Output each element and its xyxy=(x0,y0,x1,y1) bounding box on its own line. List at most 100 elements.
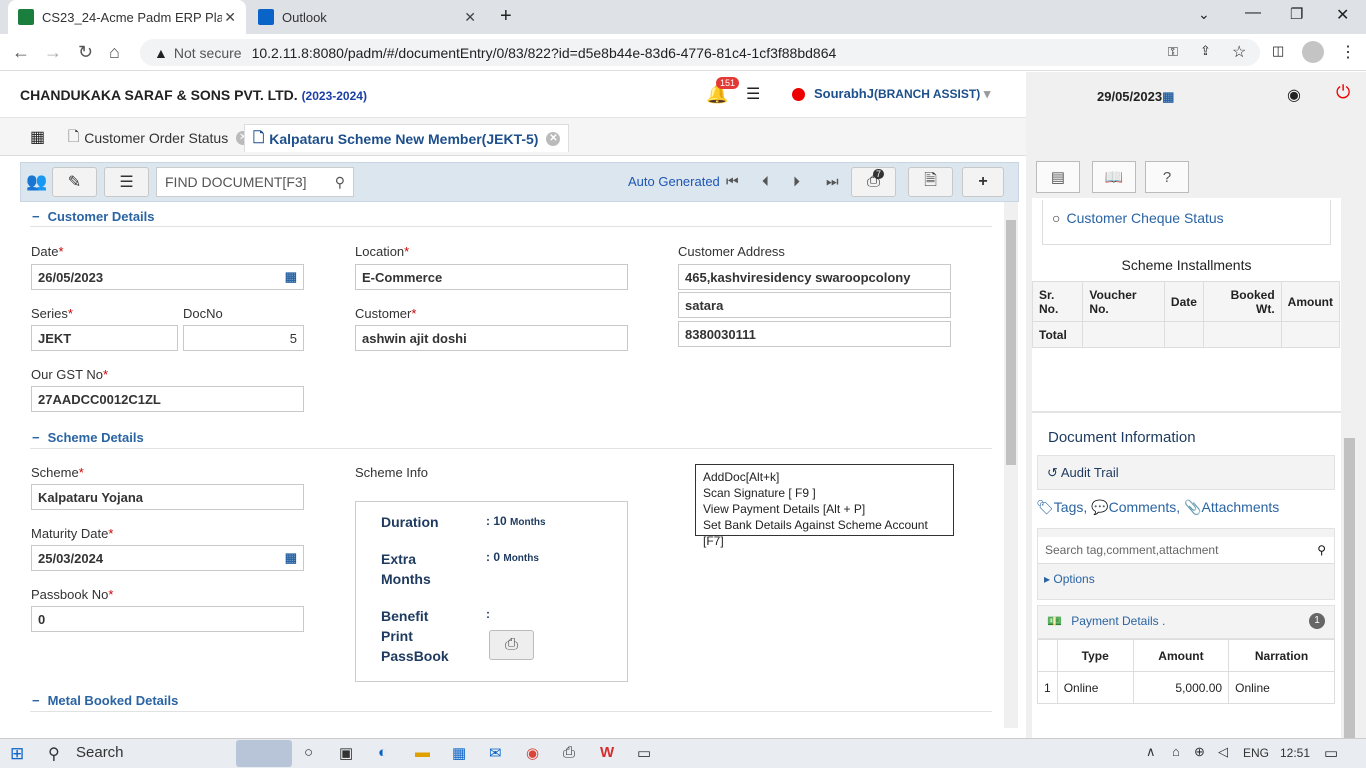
notifications-icon[interactable]: ▭ xyxy=(1324,744,1338,762)
panel-help-button[interactable]: ? xyxy=(1145,161,1189,193)
close-icon[interactable]: ✕ xyxy=(546,131,561,146)
user-menu[interactable]: SourabhJ(BRANCH ASSIST) ▾ xyxy=(814,86,990,102)
tags-link[interactable]: Tags, xyxy=(1054,499,1087,515)
duration-value: : 10 Months xyxy=(486,514,546,528)
window-app-icon[interactable]: ▭ xyxy=(637,744,651,762)
maturity-date-field[interactable]: 25/03/2024 ▦ xyxy=(31,545,304,571)
scheme-details-section[interactable]: Scheme Details xyxy=(32,430,144,445)
tab-customer-order-status[interactable]: 🗋Customer Order Status✕ xyxy=(60,124,258,152)
add-button[interactable]: + xyxy=(962,167,1004,197)
browser-tab-erp[interactable]: CS23_24-Acme Padm ERP Platfor ✕ xyxy=(8,0,246,34)
wps-icon[interactable]: W xyxy=(600,744,614,761)
forward-icon[interactable]: → xyxy=(44,42,62,63)
find-document-input[interactable]: FIND DOCUMENT[F3] ⚲ xyxy=(156,167,354,197)
report-button[interactable]: 🗎 xyxy=(908,167,953,197)
edit-button[interactable]: ✎ xyxy=(52,167,97,197)
customer-field[interactable]: ashwin ajit doshi xyxy=(355,325,628,351)
file-explorer-icon[interactable]: ▬ xyxy=(415,744,430,761)
installments-title: Scheme Installments xyxy=(1121,257,1252,273)
edge-icon[interactable]: ◐ xyxy=(378,744,387,761)
gst-field[interactable]: 27AADCC0012C1ZL xyxy=(31,386,304,412)
network-icon[interactable]: ⌂ xyxy=(1172,744,1180,759)
address-bar[interactable]: ▲ Not secure 10.2.11.8:8080/padm/#/docum… xyxy=(140,39,1260,66)
list-icon[interactable]: ☰ xyxy=(746,84,760,104)
language-indicator[interactable]: ENG xyxy=(1243,746,1269,760)
next-record-icon[interactable]: ⏵ xyxy=(793,173,800,190)
customer-cheque-status-link[interactable]: ○ Customer Cheque Status xyxy=(1052,210,1224,226)
star-icon[interactable]: ☆ xyxy=(1232,42,1246,62)
new-tab-icon[interactable]: + xyxy=(500,5,512,28)
outlook-icon xyxy=(258,9,274,25)
metal-booked-section[interactable]: Metal Booked Details xyxy=(32,693,179,708)
series-field[interactable]: JEKT xyxy=(31,325,178,351)
share-icon[interactable]: ⇪ xyxy=(1200,43,1211,59)
audit-trail-link[interactable]: ↺ Audit Trail xyxy=(1047,465,1119,481)
windows-start-icon[interactable]: ⊞ xyxy=(10,744,24,764)
back-icon[interactable]: ← xyxy=(12,42,30,63)
menu-icon[interactable]: ⋮ xyxy=(1340,42,1356,62)
close-icon[interactable]: ✕ xyxy=(464,9,476,26)
chrome-icon[interactable]: ◉ xyxy=(526,744,539,762)
customer-details-section[interactable]: Customer Details xyxy=(32,209,155,224)
reload-icon[interactable]: ↻ xyxy=(78,42,93,63)
prev-record-icon[interactable]: ⏴ xyxy=(762,173,769,190)
form-scrollbar[interactable] xyxy=(1004,202,1018,728)
users-icon[interactable]: 👥 xyxy=(26,172,47,192)
warning-icon: ▲ xyxy=(154,44,168,61)
clock[interactable]: 12:51 xyxy=(1280,746,1310,760)
session-date[interactable]: 29/05/2023▦ xyxy=(1097,89,1174,105)
options-toggle[interactable]: ▸ Options xyxy=(1044,572,1095,586)
panel-book-button[interactable]: 📖 xyxy=(1092,161,1136,193)
tab-kalpataru-scheme[interactable]: 🗋 Kalpataru Scheme New Member(JEKT-5) ✕ xyxy=(244,124,570,152)
globe-icon[interactable]: ⊕ xyxy=(1194,744,1205,760)
tag-search-input[interactable]: Search tag,comment,attachment ⚲ xyxy=(1038,537,1334,564)
taskbar xyxy=(0,738,1366,768)
panel-list-button[interactable]: ▤ xyxy=(1036,161,1080,193)
home-icon[interactable]: ⌂ xyxy=(109,42,120,63)
apps-grid-icon[interactable]: ▦ xyxy=(30,127,45,147)
list-view-button[interactable]: ☰ xyxy=(104,167,149,197)
attachments-link[interactable]: Attachments xyxy=(1201,499,1279,515)
passbook-field[interactable]: 0 xyxy=(31,606,304,632)
minimize-icon[interactable]: — xyxy=(1245,4,1261,22)
erp-favicon xyxy=(18,9,34,25)
tooltip-line: AddDoc[Alt+k] xyxy=(703,470,780,484)
location-field[interactable]: E-Commerce xyxy=(355,264,628,290)
right-scrollbar[interactable] xyxy=(1342,198,1357,738)
payment-details-title: 💵 Payment Details . xyxy=(1047,614,1166,628)
mail-icon[interactable]: ✉ xyxy=(489,744,502,762)
table-row[interactable]: 1 Online 5,000.00 Online xyxy=(1037,671,1335,704)
col-header: Sr. No. xyxy=(1031,281,1084,322)
cortana-icon[interactable]: ○ xyxy=(304,744,313,761)
extra-months-value: : 0 Months xyxy=(486,550,539,564)
power-icon[interactable]: ⏻ xyxy=(1336,82,1350,103)
tooltip-line: Set Bank Details Against Scheme Account … xyxy=(703,518,928,548)
first-record-icon[interactable]: ⏮ xyxy=(726,173,739,190)
date-field[interactable]: 26/05/2023 ▦ xyxy=(31,264,304,290)
last-record-icon[interactable]: ⏭ xyxy=(826,173,839,190)
key-icon[interactable]: ⚿ xyxy=(1168,44,1178,60)
browser-tab-outlook[interactable]: Outlook ✕ xyxy=(248,0,486,34)
close-icon[interactable]: ✕ xyxy=(224,9,236,26)
scheme-field[interactable]: Kalpataru Yojana xyxy=(31,484,304,510)
store-icon[interactable]: ▦ xyxy=(452,744,466,762)
docno-field[interactable]: 5 xyxy=(183,325,304,351)
comments-link[interactable]: Comments, xyxy=(1109,499,1181,515)
chevron-down-icon[interactable]: ⌄ xyxy=(1198,6,1210,23)
search-icon[interactable]: ⚲ xyxy=(48,744,60,764)
list-icon: ☰ xyxy=(119,174,134,191)
chevron-up-icon[interactable]: ∧ xyxy=(1146,744,1156,760)
taskbar-search[interactable]: Search xyxy=(76,744,124,761)
task-view-icon[interactable]: ▣ xyxy=(339,744,353,762)
volume-icon[interactable]: ◁ xyxy=(1218,744,1228,760)
window-close-icon[interactable]: ✕ xyxy=(1336,5,1349,25)
profile-icon[interactable] xyxy=(1302,41,1324,63)
address-line1-field[interactable]: 465,kashviresidency swaroopcolony xyxy=(678,264,951,290)
address-line3-field[interactable]: 8380030111 xyxy=(678,321,951,347)
address-line2-field[interactable]: satara xyxy=(678,292,951,318)
print-passbook-button[interactable]: ⎙ xyxy=(489,630,534,660)
printer-app-icon[interactable]: ⎙ xyxy=(563,744,575,761)
restore-icon[interactable]: ❐ xyxy=(1290,5,1303,23)
sidepanel-icon[interactable]: ◫ xyxy=(1272,43,1284,59)
eye-off-icon[interactable]: ◉ xyxy=(1287,85,1301,105)
